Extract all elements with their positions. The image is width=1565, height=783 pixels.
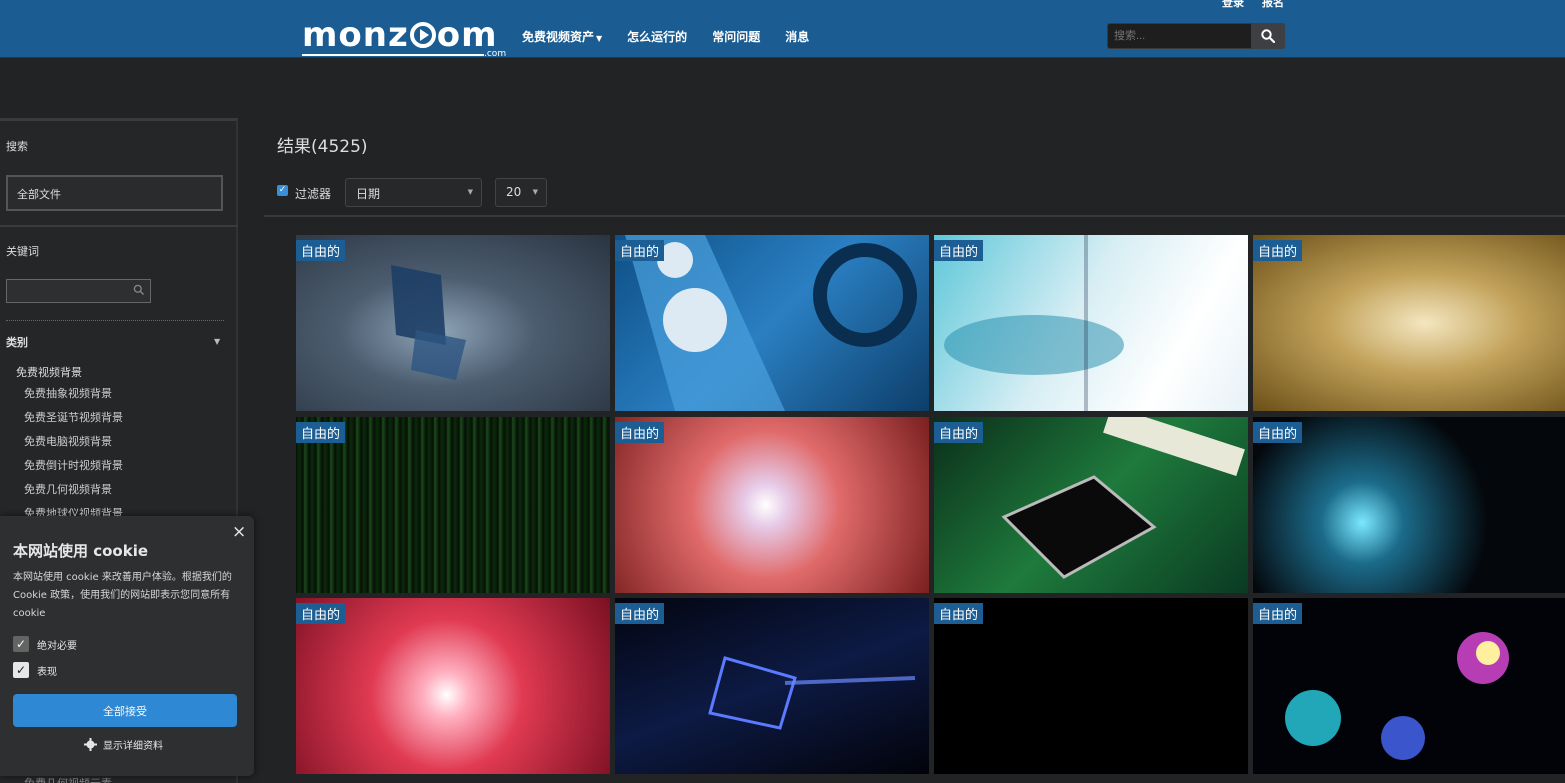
search-section-label: 搜索 bbox=[6, 140, 28, 153]
free-badge: 自由的 bbox=[1253, 603, 1303, 624]
divider bbox=[264, 215, 1565, 217]
keyword-input[interactable] bbox=[6, 279, 151, 303]
category-item[interactable]: 免费圣诞节视频背景 bbox=[24, 409, 123, 425]
search-icon bbox=[133, 284, 144, 295]
cookie-title: 本网站使用 cookie bbox=[13, 542, 149, 560]
video-tile[interactable]: 自由的 bbox=[934, 417, 1248, 593]
category-item[interactable]: 免费倒计时视频背景 bbox=[24, 457, 123, 473]
category-item[interactable]: 免费几何视频背景 bbox=[24, 481, 112, 497]
caret-down-icon: ▼ bbox=[532, 188, 538, 196]
per-page-select[interactable]: 20 ▼ bbox=[495, 178, 547, 207]
nav-faq[interactable]: 常问问题 bbox=[712, 28, 760, 45]
category-item[interactable]: 免费抽象视频背景 bbox=[24, 385, 112, 401]
free-badge: 自由的 bbox=[934, 603, 984, 624]
search-input[interactable] bbox=[1107, 23, 1252, 49]
nav-news[interactable]: 消息 bbox=[785, 28, 809, 45]
login-link[interactable]: 登录 bbox=[1222, 0, 1244, 10]
close-icon[interactable]: × bbox=[232, 522, 246, 542]
video-tile[interactable]: 自由的 bbox=[296, 235, 610, 411]
signup-link[interactable]: 报名 bbox=[1262, 0, 1284, 10]
cookie-option-performance[interactable]: ✓ 表现 bbox=[13, 662, 57, 678]
video-tile[interactable]: 自由的 bbox=[615, 417, 929, 593]
free-badge: 自由的 bbox=[934, 240, 984, 261]
free-badge: 自由的 bbox=[1253, 422, 1303, 443]
video-tile[interactable]: 自由的 bbox=[615, 598, 929, 774]
free-badge: 自由的 bbox=[296, 422, 346, 443]
keyword-label: 关键词 bbox=[6, 245, 39, 258]
site-logo[interactable]: monz om .com bbox=[302, 18, 506, 60]
nav-free-assets[interactable]: 免费视频资产 ▼ bbox=[522, 28, 602, 45]
video-tile[interactable]: 自由的 bbox=[1253, 598, 1565, 774]
account-links: 登录 报名 bbox=[1222, 0, 1284, 10]
free-badge: 自由的 bbox=[296, 603, 346, 624]
logo-suffix: .com bbox=[484, 49, 507, 59]
video-tile[interactable]: 自由的 bbox=[934, 598, 1248, 774]
caret-down-icon[interactable]: ▼ bbox=[214, 337, 220, 346]
divider bbox=[6, 320, 224, 321]
video-tile[interactable]: 自由的 bbox=[1253, 417, 1565, 593]
nav-how-it-works[interactable]: 怎么运行的 bbox=[627, 28, 687, 45]
divider bbox=[0, 225, 238, 227]
cookie-option-necessary[interactable]: ✓ 绝对必要 bbox=[13, 636, 77, 652]
show-details-link[interactable]: 显示详细资料 bbox=[84, 737, 163, 752]
main-nav: 免费视频资产 ▼ 怎么运行的 常问问题 消息 bbox=[522, 28, 834, 45]
category-label[interactable]: 类别 bbox=[6, 334, 28, 350]
free-badge: 自由的 bbox=[615, 603, 665, 624]
free-badge: 自由的 bbox=[615, 240, 665, 261]
filter-label[interactable]: 过滤器 bbox=[295, 185, 331, 202]
caret-down-icon: ▼ bbox=[467, 188, 473, 196]
play-icon bbox=[409, 22, 436, 48]
video-tile[interactable]: 自由的 bbox=[934, 235, 1248, 411]
category-item[interactable]: 免费几何视频元素 bbox=[24, 775, 112, 783]
gear-icon bbox=[84, 738, 97, 751]
category-item[interactable]: 免费电脑视频背景 bbox=[24, 433, 112, 449]
video-tile[interactable]: 自由的 bbox=[296, 417, 610, 593]
results-count: 结果(4525) bbox=[277, 137, 368, 157]
filter-checkbox[interactable]: ✓ bbox=[277, 185, 288, 196]
accept-all-button[interactable]: 全部接受 bbox=[13, 694, 237, 727]
free-badge: 自由的 bbox=[296, 240, 346, 261]
caret-down-icon: ▼ bbox=[596, 34, 603, 43]
checkbox-checked-icon[interactable]: ✓ bbox=[13, 636, 29, 652]
cookie-text: 本网站使用 cookie 来改善用户体验。根据我们的 Cookie 政策，使用我… bbox=[13, 572, 232, 619]
video-tile[interactable]: 自由的 bbox=[296, 598, 610, 774]
free-badge: 自由的 bbox=[615, 422, 665, 443]
search-button[interactable] bbox=[1251, 23, 1285, 49]
file-scope-select[interactable]: 全部文件 bbox=[6, 175, 223, 211]
video-tile[interactable]: 自由的 bbox=[615, 235, 929, 411]
top-header: monz om .com 免费视频资产 ▼ 怎么运行的 常问问题 消息 登录 报名 bbox=[0, 0, 1565, 60]
checkbox-checked-icon[interactable]: ✓ bbox=[13, 662, 29, 678]
cookie-banner: × 本网站使用 cookie 本网站使用 cookie 来改善用户体验。根据我们… bbox=[0, 516, 254, 776]
category-parent[interactable]: 免费视频背景 bbox=[16, 364, 82, 380]
video-tile[interactable]: 自由的 bbox=[1253, 235, 1565, 411]
free-badge: 自由的 bbox=[934, 422, 984, 443]
free-badge: 自由的 bbox=[1253, 240, 1303, 261]
search-icon bbox=[1261, 29, 1275, 43]
sort-select[interactable]: 日期 ▼ bbox=[345, 178, 482, 207]
